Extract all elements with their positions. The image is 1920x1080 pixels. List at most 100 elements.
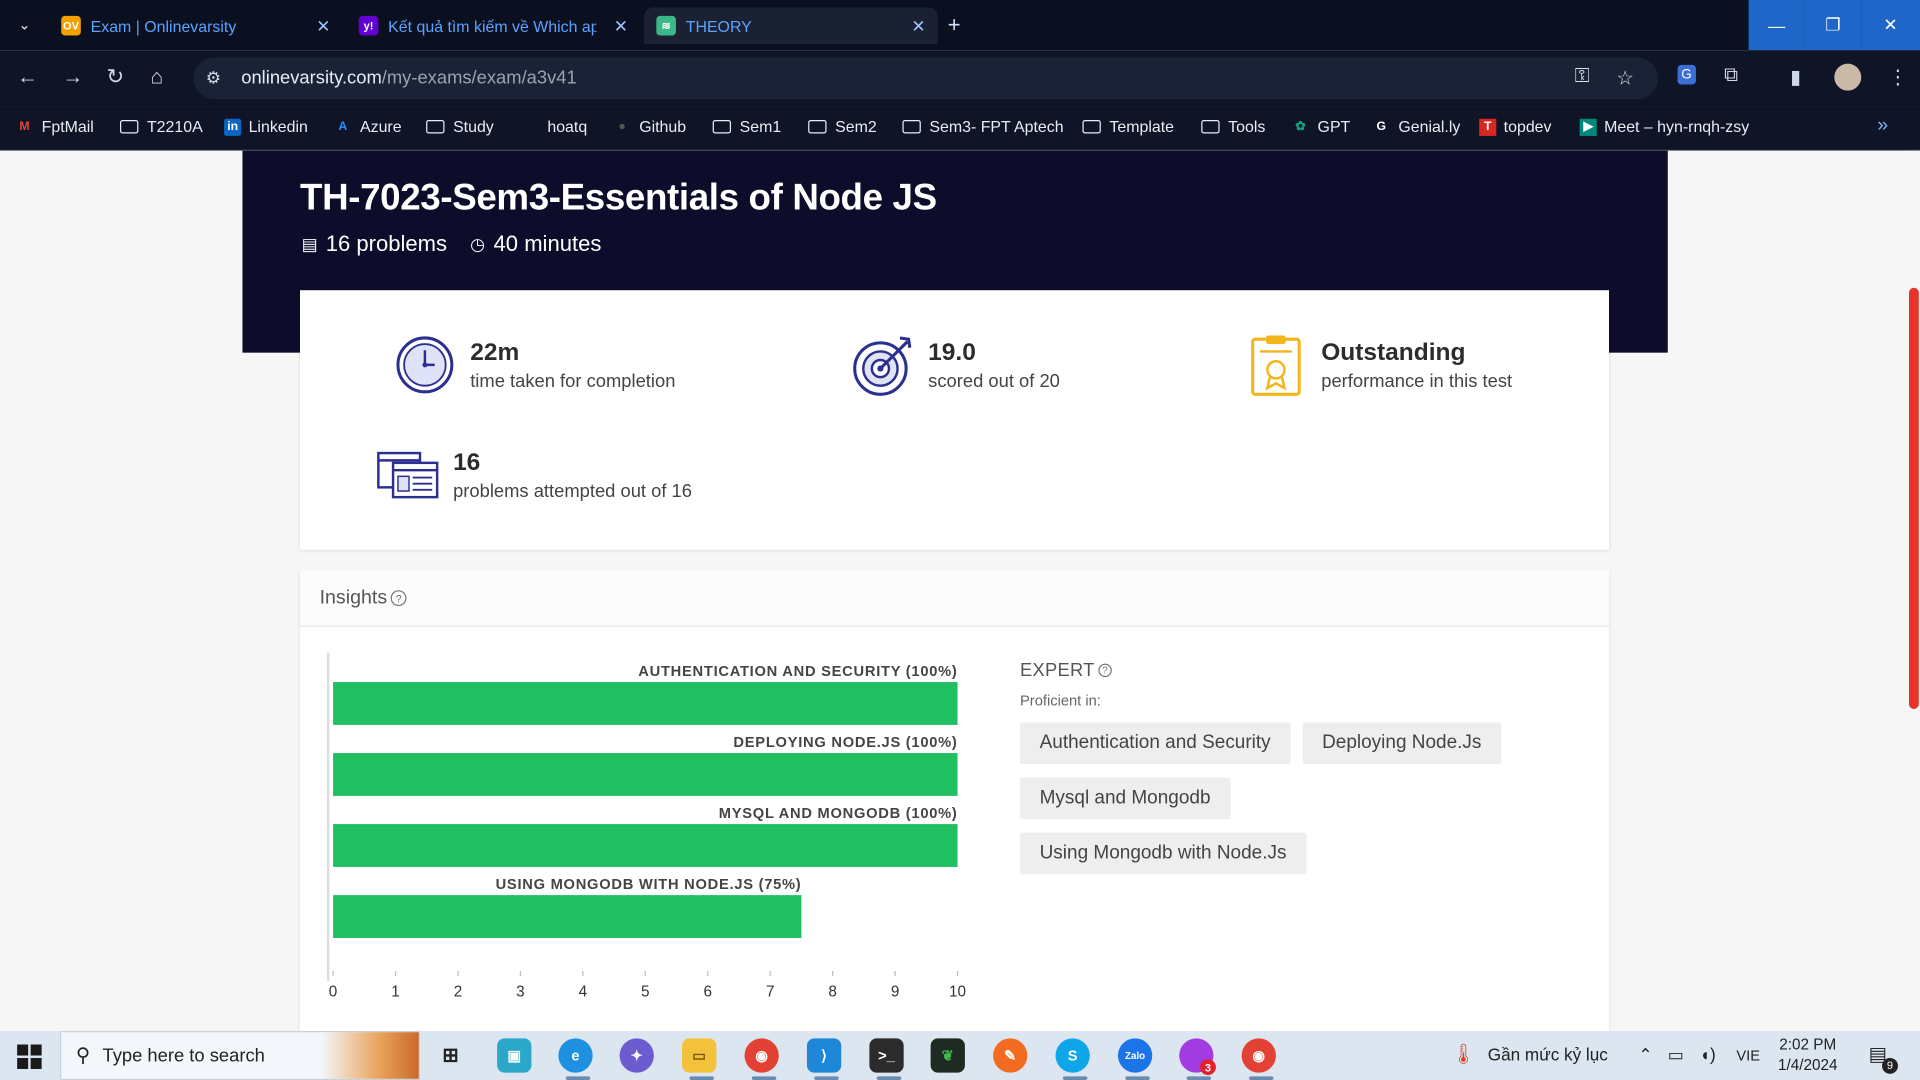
score-value: 19.0: [928, 338, 976, 366]
topdev-icon: T: [1479, 118, 1497, 136]
close-tab-icon[interactable]: ✕: [316, 15, 330, 36]
help-icon[interactable]: ?: [390, 590, 407, 607]
bar-label: MYSQL AND MONGODB (100%): [719, 806, 958, 822]
screen: ⌄ OV Exam | Onlinevarsity ✕ y! Kết quả t…: [0, 0, 1920, 1080]
restore-icon[interactable]: ❐: [1804, 0, 1862, 51]
task-view-icon[interactable]: ⊞: [433, 1038, 467, 1072]
reload-icon[interactable]: ↻: [107, 65, 124, 89]
postman-icon[interactable]: ✎: [993, 1038, 1028, 1073]
stat-text: Outstanding performance in this test: [1321, 339, 1512, 392]
menu-icon[interactable]: ⋮: [1888, 65, 1908, 89]
terminal-icon[interactable]: >_: [869, 1038, 904, 1073]
tab-yahoo-search[interactable]: y! Kết quả tìm kiếm về Which app ✕: [347, 7, 641, 44]
bookmark-sem3[interactable]: Sem3- FPT Aptech: [902, 118, 1064, 136]
battery-icon[interactable]: ▭: [1668, 1044, 1684, 1065]
bar: [333, 753, 958, 796]
bookmark-label: Study: [453, 117, 494, 136]
close-tab-icon[interactable]: ✕: [614, 15, 628, 36]
yahoo-favicon-icon: y!: [358, 15, 379, 36]
chrome-icon[interactable]: ◉: [744, 1038, 779, 1073]
address-bar[interactable]: ⚙ onlinevarsity.com/my-exams/exam/a3v41 …: [193, 57, 1658, 100]
bookmark-star-icon[interactable]: ☆: [1616, 66, 1634, 90]
bookmark-gpt[interactable]: ✿ GPT: [1291, 117, 1351, 136]
weather-text[interactable]: Gần mức kỷ lục: [1488, 1044, 1608, 1064]
forward-icon[interactable]: →: [62, 65, 83, 89]
bookmark-genially[interactable]: G Genial.ly: [1371, 118, 1460, 136]
clock-icon: [396, 336, 454, 394]
back-icon[interactable]: ←: [17, 65, 38, 89]
tab-exam[interactable]: OV Exam | Onlinevarsity ✕: [49, 7, 343, 44]
bookmark-sem2[interactable]: Sem2: [808, 118, 877, 136]
bookmark-tools[interactable]: Tools: [1201, 118, 1265, 136]
close-window-icon[interactable]: ✕: [1861, 0, 1920, 51]
site-info-icon[interactable]: ⚙: [206, 67, 221, 88]
clock[interactable]: 2:02 PM 1/4/2024: [1778, 1035, 1838, 1077]
bookmark-linkedin[interactable]: in Linkedin: [224, 118, 308, 136]
page-scrollbar[interactable]: [1907, 150, 1920, 1032]
clock-small-icon: ◷: [470, 233, 486, 254]
running-indicator: [565, 1076, 591, 1080]
tab-search-icon[interactable]: ⌄: [10, 10, 39, 39]
mongodb-compass-icon[interactable]: ❦: [930, 1038, 965, 1073]
skill-chip: Deploying Node.Js: [1302, 722, 1502, 765]
running-indicator: [1062, 1076, 1088, 1080]
performance-value: Outstanding: [1321, 338, 1466, 366]
bookmark-sem1[interactable]: Sem1: [712, 118, 781, 136]
bookmark-topdev[interactable]: Ttopdev: [1479, 118, 1551, 136]
bookmark-template[interactable]: Template: [1082, 118, 1174, 136]
attempted-value: 16: [453, 448, 481, 476]
bar-label: USING MONGODB WITH NODE.JS (75%): [496, 877, 802, 893]
tab-theory[interactable]: ≋ THEORY ✕: [644, 7, 938, 45]
bookmark-t2210a[interactable]: T2210A: [120, 118, 203, 136]
skill-chips: Authentication and Security Deploying No…: [1020, 722, 1534, 887]
help-icon[interactable]: ?: [1098, 663, 1112, 678]
extensions-icon[interactable]: ⧉: [1724, 65, 1738, 87]
volume-icon[interactable]: ◖): [1700, 1044, 1716, 1064]
more-bookmarks-icon[interactable]: »: [1877, 115, 1888, 137]
minimize-icon[interactable]: —: [1748, 0, 1805, 51]
side-panel-icon[interactable]: ▮: [1790, 65, 1801, 89]
windows-start-icon[interactable]: [17, 1044, 42, 1069]
bookmark-github[interactable]: ● Github: [612, 118, 686, 136]
running-indicator: [1186, 1076, 1212, 1080]
edge-icon[interactable]: e: [558, 1038, 593, 1073]
skype-icon[interactable]: S: [1055, 1038, 1090, 1073]
bookmark-fptmail[interactable]: M FptMail: [15, 118, 93, 136]
vscode-icon[interactable]: ⟩: [806, 1038, 842, 1073]
messenger-badge: 3: [1200, 1059, 1216, 1076]
stat-score: 19.0 scored out of 20: [851, 333, 1060, 397]
taskbar-search[interactable]: ⚲ Type here to search: [60, 1031, 421, 1080]
stat-text: 22m time taken for completion: [470, 339, 675, 392]
zalo-icon[interactable]: Zalo: [1117, 1038, 1153, 1073]
bookmark-meet[interactable]: ▶ Meet – hyn-rnqh-zsy: [1579, 117, 1750, 136]
bookmark-azure[interactable]: A Azure: [333, 117, 402, 136]
close-tab-icon[interactable]: ✕: [911, 15, 925, 36]
documents-icon: [377, 451, 439, 499]
thermometer-icon[interactable]: 🌡: [1451, 1042, 1476, 1066]
bookmark-label: Azure: [360, 117, 402, 136]
chevron-up-icon[interactable]: ⌃: [1638, 1044, 1652, 1065]
bookmark-study[interactable]: Study: [426, 118, 494, 136]
chrome-profile-icon[interactable]: ◉: [1241, 1038, 1276, 1073]
scrollbar-thumb[interactable]: [1908, 287, 1919, 709]
x-tick-label: 8: [828, 984, 837, 1001]
translate-icon[interactable]: G: [1677, 64, 1696, 85]
bookmark-hoatq[interactable]: hoatq: [547, 118, 587, 136]
messenger-icon[interactable]: 3: [1179, 1038, 1216, 1076]
url-text[interactable]: onlinevarsity.com/my-exams/exam/a3v41: [241, 67, 577, 88]
file-explorer-icon[interactable]: ▭: [682, 1038, 717, 1073]
home-icon[interactable]: ⌂: [151, 65, 164, 89]
copilot-icon[interactable]: ✦: [619, 1038, 654, 1073]
photos-app-icon[interactable]: ▣: [497, 1038, 532, 1073]
target-icon: [853, 336, 912, 396]
stat-performance: Outstanding performance in this test: [1244, 333, 1512, 397]
insights-card: Insights ? AUTHENTICATION AND SECURITY (…: [300, 570, 1609, 1032]
language-indicator[interactable]: VIE: [1736, 1047, 1760, 1064]
bookmark-label: Meet – hyn-rnqh-zsy: [1604, 117, 1750, 136]
performance-label: performance in this test: [1321, 370, 1513, 392]
x-tick-label: 9: [891, 984, 900, 1001]
password-key-icon[interactable]: ⚿: [1575, 66, 1590, 88]
profile-avatar[interactable]: [1834, 63, 1862, 91]
bookmark-label: GPT: [1317, 117, 1351, 136]
new-tab-icon[interactable]: +: [948, 12, 961, 38]
